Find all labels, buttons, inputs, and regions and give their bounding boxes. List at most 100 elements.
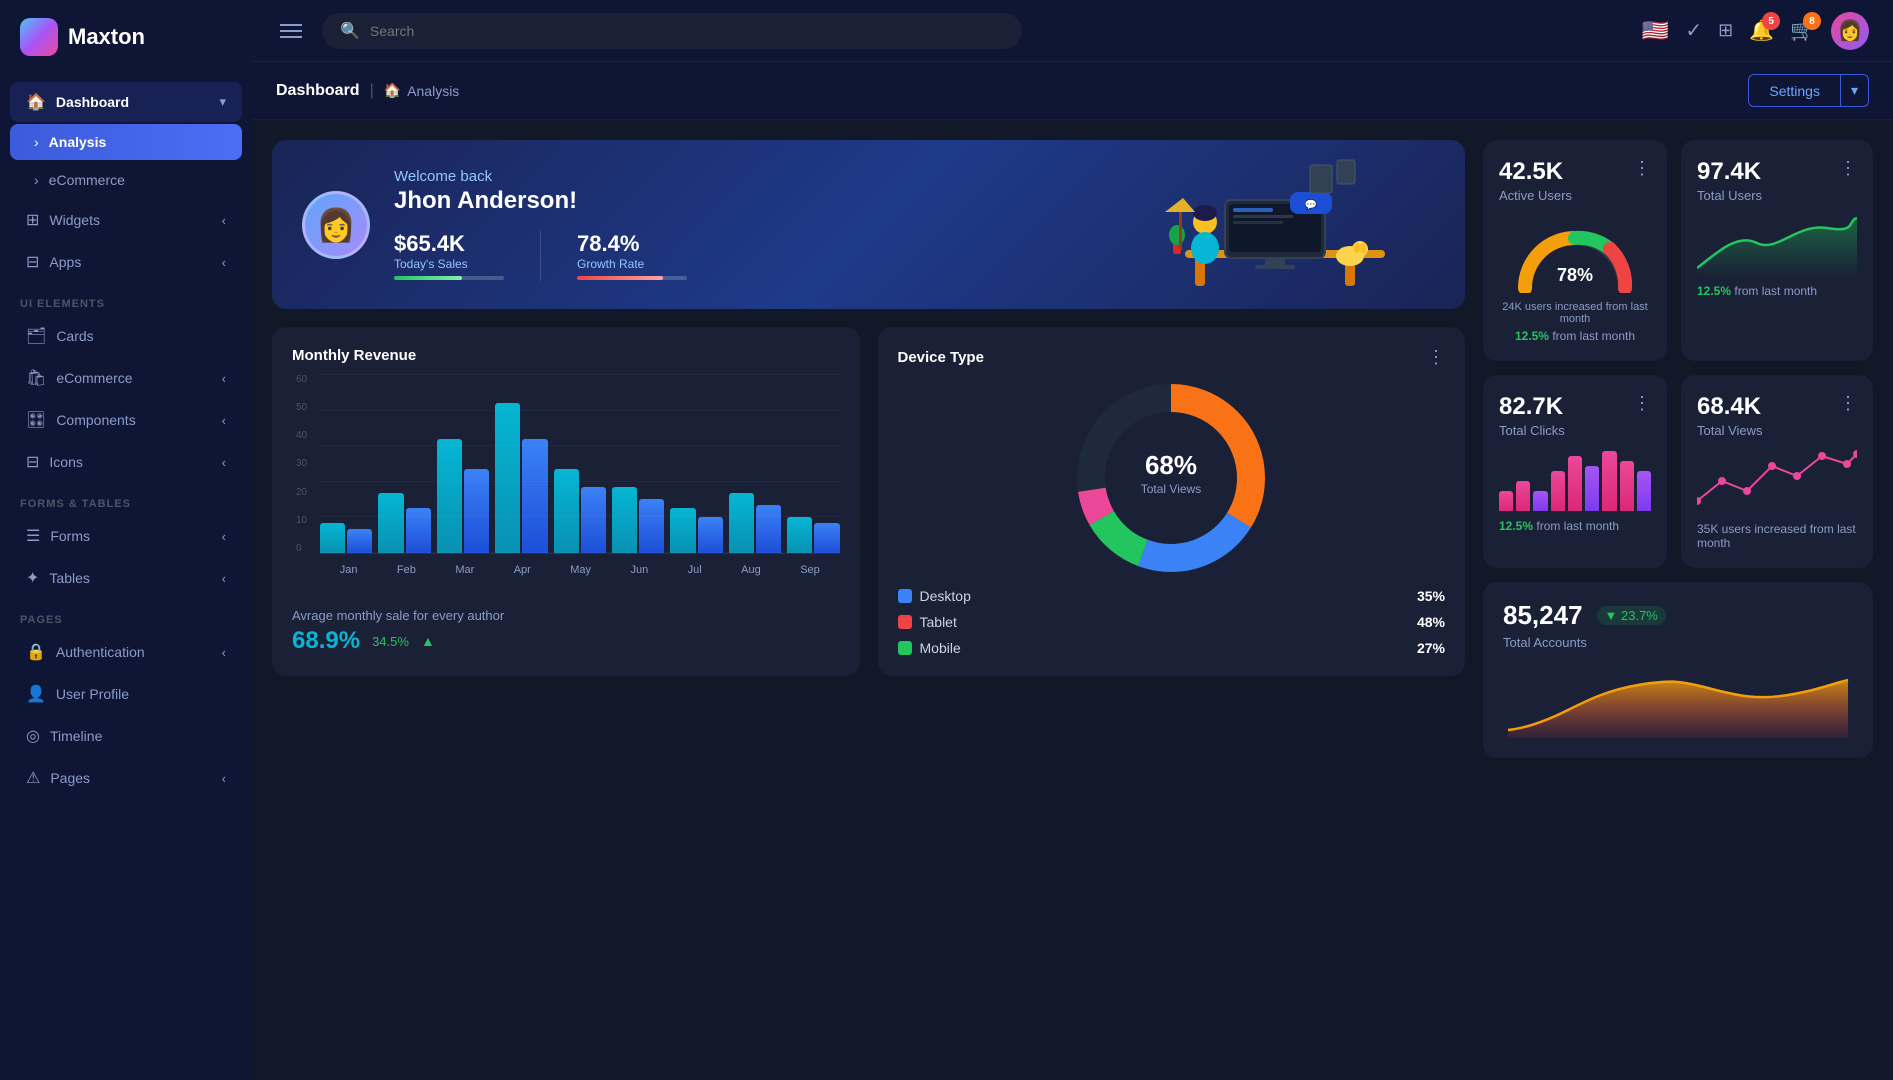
breadcrumb-root[interactable]: Dashboard — [276, 82, 360, 100]
bar-group-jun — [612, 487, 664, 553]
sidebar-label-pages: Pages — [50, 770, 211, 786]
settings-button[interactable]: Settings — [1748, 74, 1841, 107]
bar-may-2 — [581, 487, 606, 553]
mobile-dot — [898, 641, 912, 655]
sidebar-item-dashboard[interactable]: 🏠 Dashboard ▾ — [10, 82, 242, 122]
chevron-left-icon: ‹ — [222, 213, 226, 228]
bar-group-sep — [787, 517, 839, 553]
bar-apr-2 — [522, 439, 547, 553]
sidebar-item-analysis[interactable]: › Analysis — [10, 124, 242, 160]
settings-button-group: Settings ▾ — [1748, 74, 1869, 107]
hamburger-button[interactable] — [276, 20, 306, 42]
grid-icon[interactable]: ⊞ — [1718, 20, 1733, 41]
bar-group-feb — [378, 493, 430, 553]
legend-mobile: Mobile 27% — [898, 640, 1446, 656]
mobile-pct: 27% — [1417, 640, 1445, 656]
widgets-icon: ⊞ — [26, 210, 39, 230]
sidebar-item-forms[interactable]: ☰ Forms ‹ — [10, 516, 242, 556]
total-accounts-chart — [1503, 660, 1853, 740]
chevron-left-icon5: ‹ — [222, 455, 226, 470]
sidebar-item-tables[interactable]: ✦ Tables ‹ — [10, 558, 242, 598]
sidebar-item-timeline[interactable]: ◎ Timeline — [10, 716, 242, 756]
device-menu-icon[interactable]: ⋮ — [1427, 347, 1445, 368]
total-views-menu[interactable]: ⋮ — [1839, 393, 1857, 414]
logo-icon — [20, 18, 58, 56]
tablet-pct: 48% — [1417, 614, 1445, 630]
welcome-avatar: 👩 — [302, 191, 370, 259]
active-users-card: 42.5K ⋮ Active Users — [1483, 140, 1667, 361]
bar-group-jan — [320, 523, 372, 553]
chart-bottom: 68.9% 34.5% ▲ — [292, 627, 840, 655]
device-type-header: Device Type ⋮ — [898, 347, 1446, 368]
welcome-illustration: 💬 — [1135, 150, 1415, 295]
notification-icon[interactable]: 🔔 5 — [1749, 18, 1774, 43]
total-accounts-header: 85,247 ▼ 23.7% — [1503, 600, 1853, 631]
total-users-footer-text: from last month — [1734, 284, 1817, 298]
growth-value: 78.4% — [577, 231, 687, 257]
desktop-label: Desktop — [920, 588, 971, 604]
sidebar-label-dashboard: Dashboard — [56, 94, 210, 110]
sidebar-item-icons[interactable]: ⊟ Icons ‹ — [10, 442, 242, 482]
avatar[interactable]: 👩 — [1831, 12, 1869, 50]
sidebar-logo[interactable]: Maxton — [0, 0, 252, 74]
chevron-right-icon: › — [34, 134, 39, 150]
sidebar-item-ecommerce[interactable]: › eCommerce — [10, 162, 242, 198]
home-icon: 🏠 — [26, 92, 46, 112]
charts-row: Monthly Revenue 60 50 40 30 20 10 0 — [272, 327, 1465, 676]
sidebar-item-widgets[interactable]: ⊞ Widgets ‹ — [10, 200, 242, 240]
total-clicks-footer-text: from last month — [1536, 519, 1619, 533]
app-name: Maxton — [68, 24, 145, 50]
apps-icon: ⊟ — [26, 252, 39, 272]
settings-dropdown-button[interactable]: ▾ — [1841, 74, 1869, 107]
check-icon[interactable]: ✓ — [1685, 18, 1702, 43]
chevron-left-icon6: ‹ — [222, 529, 226, 544]
x-axis-labels: Jan Feb Mar Apr May Jun Jul Aug Sep — [320, 564, 840, 576]
sidebar-item-components[interactable]: 🎛 Components ‹ — [10, 400, 242, 440]
sales-stat: $65.4K Today's Sales — [394, 231, 504, 280]
sidebar-item-pages[interactable]: ⚠ Pages ‹ — [10, 758, 242, 798]
search-input[interactable] — [370, 23, 1004, 39]
icons-icon: ⊟ — [26, 452, 39, 472]
tables-icon: ✦ — [26, 568, 39, 588]
total-views-label: Total Views — [1697, 423, 1857, 438]
total-clicks-menu[interactable]: ⋮ — [1633, 393, 1651, 414]
bar-aug-1 — [729, 493, 754, 553]
legend-tablet: Tablet 48% — [898, 614, 1446, 630]
bar-group-jul — [670, 508, 722, 553]
chevron-left-icon9: ‹ — [222, 771, 226, 786]
sales-label: Today's Sales — [394, 257, 504, 271]
chevron-left-icon7: ‹ — [222, 571, 226, 586]
bar-jul-1 — [670, 508, 695, 553]
bar-jan-2 — [347, 529, 372, 553]
sidebar-label-cards: Cards — [56, 328, 226, 344]
lock-icon: 🔒 — [26, 642, 46, 662]
active-users-footer-pct: 12.5% — [1515, 329, 1549, 343]
sidebar-item-apps[interactable]: ⊟ Apps ‹ — [10, 242, 242, 282]
total-users-chart — [1697, 213, 1857, 278]
total-users-menu[interactable]: ⋮ — [1839, 158, 1857, 179]
active-users-menu[interactable]: ⋮ — [1633, 158, 1651, 179]
total-views-chart — [1697, 446, 1857, 516]
chart-bottom-value: 68.9% — [292, 627, 360, 655]
bar-apr-1 — [495, 403, 520, 553]
tablet-dot — [898, 615, 912, 629]
up-arrow-icon: ▲ — [421, 633, 435, 649]
sidebar-item-cards[interactable]: 🗂 Cards — [10, 316, 242, 356]
breadcrumb: Dashboard | 🏠 Analysis — [276, 82, 459, 100]
device-type-title: Device Type — [898, 349, 984, 366]
sales-progress — [394, 276, 504, 280]
bar-jan-1 — [320, 523, 345, 553]
stat-separator — [540, 231, 541, 281]
search-bar[interactable]: 🔍 — [322, 13, 1022, 49]
cart-icon[interactable]: 🛒 8 — [1790, 18, 1815, 43]
chevron-left-icon8: ‹ — [222, 645, 226, 660]
chart-avg-text: Avrage monthly sale for every author — [292, 608, 840, 623]
sidebar-item-ecommerce2[interactable]: 🛍 eCommerce ‹ — [10, 358, 242, 398]
flag-icon[interactable]: 🇺🇸 — [1642, 18, 1669, 44]
sidebar-item-user-profile[interactable]: 👤 User Profile — [10, 674, 242, 714]
components-icon: 🎛 — [26, 410, 46, 430]
sidebar-item-authentication[interactable]: 🔒 Authentication ‹ — [10, 632, 242, 672]
svg-text:Total Views: Total Views — [1141, 482, 1201, 496]
chevron-down-icon: ▾ — [219, 94, 226, 110]
svg-text:78%: 78% — [1557, 265, 1593, 285]
